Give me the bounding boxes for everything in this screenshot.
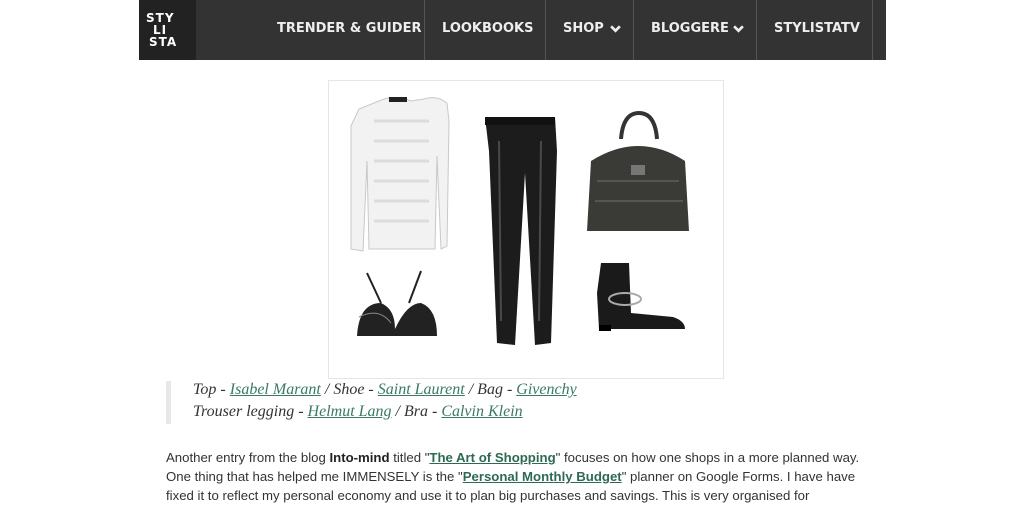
brand-link-helmut-lang[interactable]: Helmut Lang — [308, 403, 392, 420]
nav-divider — [633, 0, 634, 60]
nav-divider — [872, 0, 873, 60]
nav-item-label: LOOKBOOKS — [442, 21, 534, 36]
logo-text-line-3: STA — [149, 35, 178, 49]
nav-item-label: TRENDER & GUIDER — [277, 21, 422, 36]
nav-item-label: SHOP — [563, 21, 604, 36]
paragraph-text: titled " — [389, 450, 430, 465]
lace-top-image — [350, 96, 450, 252]
stylista-logo[interactable]: STY LI STA — [139, 0, 196, 60]
nav-item-label: STYLISTATV — [774, 21, 860, 36]
leather-leggings-image — [485, 117, 557, 345]
nav-item-shop[interactable]: SHOP — [563, 0, 604, 60]
chevron-down-icon[interactable] — [733, 23, 744, 34]
credit-text: / Shoe - — [320, 381, 378, 398]
nav-item-stylistatv[interactable]: STYLISTATV — [774, 0, 860, 60]
nav-item-label: BLOGGERE — [651, 21, 729, 36]
brand-link-isabel-marant[interactable]: Isabel Marant — [230, 381, 321, 398]
ankle-boot-image — [597, 263, 685, 331]
nav-divider — [545, 0, 546, 60]
nav-item-bloggere[interactable]: BLOGGERE — [651, 0, 729, 60]
credit-text: Trouser legging - — [193, 403, 308, 420]
link-personal-monthly-budget[interactable]: Personal Monthly Budget — [463, 469, 622, 484]
top-navbar: STY LI STA TRENDER & GUIDER LOOKBOOKS SH… — [139, 0, 886, 60]
bra-image — [357, 270, 437, 336]
outfit-collage-image — [328, 80, 724, 379]
nav-item-lookbooks[interactable]: LOOKBOOKS — [442, 0, 533, 60]
credit-text: Top - — [193, 381, 230, 398]
brand-link-givenchy[interactable]: Givenchy — [516, 381, 576, 398]
nav-divider — [756, 0, 757, 60]
credit-text: / Bag - — [464, 381, 517, 398]
link-art-of-shopping[interactable]: The Art of Shopping — [429, 450, 555, 465]
outfit-credits-line-2: Trouser legging - Helmut Lang / Bra - Ca… — [193, 403, 523, 421]
nav-item-trender-guider[interactable]: TRENDER & GUIDER — [277, 0, 421, 60]
handbag-image — [587, 110, 689, 231]
credit-text: / Bra - — [391, 403, 442, 420]
blog-name: Into-mind — [329, 450, 390, 465]
blockquote-bar — [166, 381, 171, 424]
brand-link-saint-laurent[interactable]: Saint Laurent — [378, 381, 465, 398]
paragraph-text: Another entry from the blog — [166, 450, 330, 465]
nav-divider — [424, 0, 425, 60]
outfit-credits-line-1: Top - Isabel Marant / Shoe - Saint Laure… — [193, 381, 577, 399]
brand-link-calvin-klein[interactable]: Calvin Klein — [441, 403, 522, 420]
chevron-down-icon[interactable] — [610, 23, 621, 34]
article-paragraph: Another entry from the blog Into-mind ti… — [166, 448, 886, 505]
